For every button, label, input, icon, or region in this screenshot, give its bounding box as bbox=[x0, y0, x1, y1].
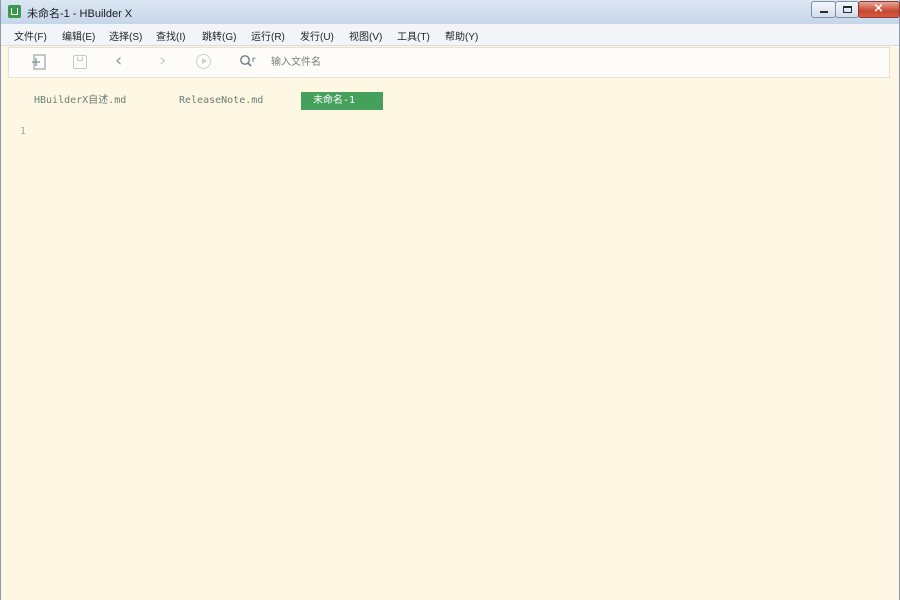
search-icon[interactable] bbox=[239, 54, 257, 70]
hbuilderx-app-icon bbox=[8, 5, 21, 18]
forward-icon[interactable]: › bbox=[159, 50, 166, 71]
back-icon[interactable]: ‹ bbox=[115, 50, 122, 71]
window-title: 未命名-1 - HBuilder X bbox=[27, 8, 133, 20]
save-icon[interactable] bbox=[73, 55, 87, 69]
file-search-input[interactable] bbox=[271, 54, 471, 71]
menu-publish[interactable]: 发行(U) bbox=[300, 28, 334, 43]
minimize-icon bbox=[820, 11, 828, 13]
code-editor: 1 bbox=[8, 120, 890, 598]
menu-run[interactable]: 运行(R) bbox=[251, 28, 285, 43]
maximize-button[interactable] bbox=[835, 1, 859, 18]
menu-help[interactable]: 帮助(Y) bbox=[445, 28, 478, 43]
minimize-button[interactable] bbox=[811, 1, 836, 18]
menu-tools[interactable]: 工具(T) bbox=[397, 28, 430, 43]
editor-text-area[interactable] bbox=[38, 122, 886, 594]
run-icon[interactable] bbox=[196, 54, 211, 69]
close-icon: × bbox=[873, 1, 884, 16]
menu-view[interactable]: 视图(V) bbox=[349, 28, 382, 43]
menu-bar: 文件(F) 编辑(E) 选择(S) 查找(I) 跳转(G) 运行(R) 发行(U… bbox=[1, 24, 899, 46]
new-file-icon[interactable] bbox=[31, 54, 47, 70]
toolbar: ‹ › bbox=[8, 47, 890, 78]
tab-untitled-1[interactable]: 未命名-1 bbox=[301, 92, 383, 110]
menu-file[interactable]: 文件(F) bbox=[14, 28, 47, 43]
tab-hbuilderx-readme[interactable]: HBuilderX自述.md bbox=[34, 92, 126, 110]
line-number: 1 bbox=[20, 126, 27, 137]
close-button[interactable]: × bbox=[858, 1, 900, 18]
menu-goto[interactable]: 跳转(G) bbox=[202, 28, 236, 43]
menu-find[interactable]: 查找(I) bbox=[156, 28, 185, 43]
title-bar[interactable]: 未命名-1 - HBuilder X × bbox=[1, 0, 900, 24]
maximize-icon bbox=[843, 6, 852, 13]
hbuilderx-window: 未命名-1 - HBuilder X × 文件(F) 编辑(E) 选择(S) 查… bbox=[0, 0, 900, 600]
menu-edit[interactable]: 编辑(E) bbox=[62, 28, 95, 43]
menu-select[interactable]: 选择(S) bbox=[109, 28, 142, 43]
tab-release-note[interactable]: ReleaseNote.md bbox=[179, 92, 263, 110]
